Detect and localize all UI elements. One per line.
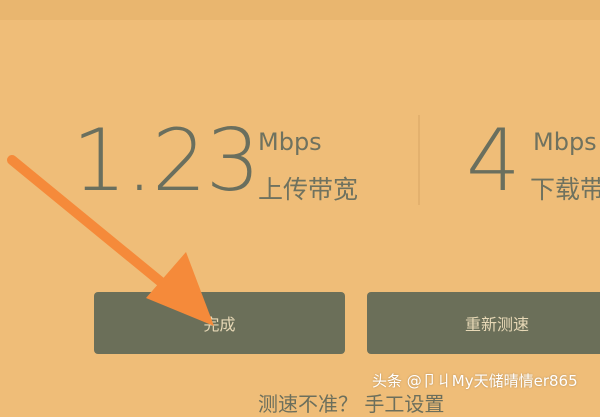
stats-divider: [418, 115, 420, 205]
retest-button[interactable]: 重新测速: [367, 292, 600, 354]
download-speed-value: 4: [466, 111, 521, 211]
upload-speed-value: 1.23: [72, 111, 260, 211]
watermark-text: 头条 @卩丩My天储晴情er865: [372, 372, 578, 390]
manual-setup-link[interactable]: 测速不准？ 手工设置: [258, 388, 444, 417]
done-button[interactable]: 完成: [94, 292, 345, 354]
upload-speed-unit: Mbps: [258, 128, 322, 156]
top-band: [0, 0, 600, 20]
download-speed-unit: Mbps: [533, 128, 597, 156]
upload-bandwidth-label: 上传带宽: [258, 175, 359, 204]
download-bandwidth-label: 下载带: [530, 175, 600, 204]
